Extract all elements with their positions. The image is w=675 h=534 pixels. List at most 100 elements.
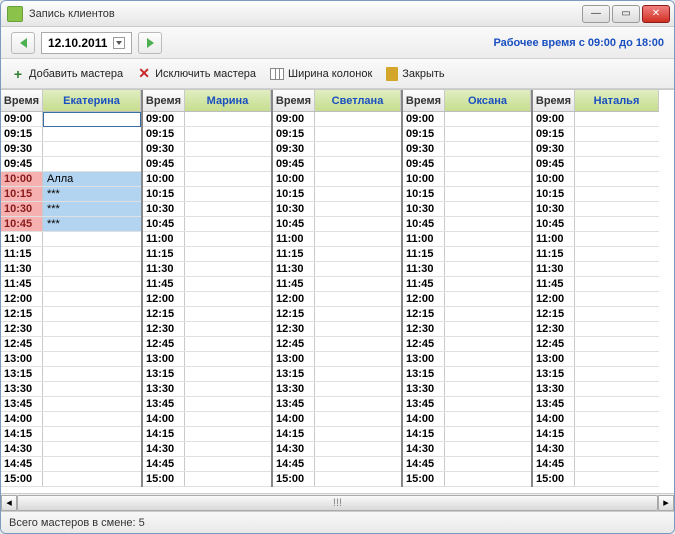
time-slot[interactable]: 15:00 xyxy=(1,472,141,487)
time-slot[interactable]: 11:45 xyxy=(143,277,271,292)
slot-value[interactable] xyxy=(43,352,141,366)
time-slot[interactable]: 14:45 xyxy=(403,457,531,472)
time-slot[interactable]: 13:45 xyxy=(533,397,659,412)
time-slot[interactable]: 10:45 xyxy=(533,217,659,232)
time-slot[interactable]: 14:15 xyxy=(533,427,659,442)
slot-value[interactable] xyxy=(185,382,271,396)
time-slot[interactable]: 10:00Алла xyxy=(1,172,141,187)
slot-value[interactable] xyxy=(445,442,531,456)
slot-value[interactable] xyxy=(315,157,401,171)
slot-value[interactable] xyxy=(43,292,141,306)
slot-value[interactable] xyxy=(315,337,401,351)
slot-value[interactable] xyxy=(575,277,659,291)
time-slot[interactable]: 11:00 xyxy=(273,232,401,247)
slot-value[interactable] xyxy=(185,172,271,186)
slot-value[interactable] xyxy=(185,157,271,171)
close-action-button[interactable]: Закрыть xyxy=(386,67,444,81)
slot-value[interactable] xyxy=(185,217,271,231)
slot-value[interactable] xyxy=(445,232,531,246)
slot-value[interactable] xyxy=(185,277,271,291)
slot-value[interactable] xyxy=(315,367,401,381)
slot-value[interactable] xyxy=(43,412,141,426)
time-slot[interactable]: 12:00 xyxy=(403,292,531,307)
time-slot[interactable]: 09:45 xyxy=(143,157,271,172)
time-slot[interactable]: 11:15 xyxy=(273,247,401,262)
slot-value[interactable] xyxy=(43,277,141,291)
time-slot[interactable]: 14:00 xyxy=(273,412,401,427)
time-slot[interactable]: 12:30 xyxy=(403,322,531,337)
time-slot[interactable]: 09:30 xyxy=(1,142,141,157)
time-slot[interactable]: 13:30 xyxy=(273,382,401,397)
time-slot[interactable]: 13:15 xyxy=(403,367,531,382)
slot-value[interactable] xyxy=(185,322,271,336)
slot-value[interactable] xyxy=(315,112,401,126)
time-slot[interactable]: 12:15 xyxy=(1,307,141,322)
slot-value[interactable]: *** xyxy=(43,202,141,216)
slot-value[interactable] xyxy=(575,292,659,306)
time-slot[interactable]: 09:15 xyxy=(1,127,141,142)
slot-value[interactable] xyxy=(445,352,531,366)
time-slot[interactable]: 10:30 xyxy=(273,202,401,217)
time-slot[interactable]: 11:45 xyxy=(273,277,401,292)
slot-value[interactable] xyxy=(315,187,401,201)
time-slot[interactable]: 13:30 xyxy=(403,382,531,397)
time-slot[interactable]: 13:00 xyxy=(273,352,401,367)
slot-value[interactable] xyxy=(445,427,531,441)
scroll-left-button[interactable]: ◂ xyxy=(1,495,17,511)
slot-value[interactable] xyxy=(43,142,141,156)
slot-value[interactable] xyxy=(315,322,401,336)
time-slot[interactable]: 11:15 xyxy=(143,247,271,262)
slot-value[interactable] xyxy=(43,232,141,246)
date-picker[interactable]: 12.10.2011 xyxy=(41,32,132,54)
slot-value[interactable] xyxy=(445,322,531,336)
time-slot[interactable]: 10:00 xyxy=(143,172,271,187)
slot-value[interactable] xyxy=(185,202,271,216)
slot-value[interactable] xyxy=(575,427,659,441)
slot-value[interactable] xyxy=(445,172,531,186)
time-slot[interactable]: 14:00 xyxy=(533,412,659,427)
slot-value[interactable]: *** xyxy=(43,187,141,201)
time-slot[interactable]: 15:00 xyxy=(143,472,271,487)
slot-value[interactable] xyxy=(575,127,659,141)
time-slot[interactable]: 14:00 xyxy=(143,412,271,427)
slot-value[interactable] xyxy=(575,172,659,186)
remove-master-button[interactable]: ✕ Исключить мастера xyxy=(137,67,256,81)
slot-value[interactable] xyxy=(185,112,271,126)
slot-value[interactable] xyxy=(43,112,141,127)
slot-value[interactable] xyxy=(445,472,531,486)
time-slot[interactable]: 10:00 xyxy=(533,172,659,187)
time-slot[interactable]: 12:00 xyxy=(143,292,271,307)
time-slot[interactable]: 14:15 xyxy=(143,427,271,442)
slot-value[interactable] xyxy=(315,172,401,186)
time-slot[interactable]: 13:15 xyxy=(273,367,401,382)
time-slot[interactable]: 14:30 xyxy=(273,442,401,457)
slot-value[interactable] xyxy=(43,442,141,456)
time-slot[interactable]: 10:15 xyxy=(143,187,271,202)
slot-value[interactable] xyxy=(315,352,401,366)
master-name-header[interactable]: Марина xyxy=(185,90,271,111)
time-slot[interactable]: 09:30 xyxy=(143,142,271,157)
calendar-dropdown-icon[interactable] xyxy=(113,37,125,49)
time-slot[interactable]: 09:15 xyxy=(273,127,401,142)
horizontal-scrollbar[interactable]: ◂ !!! ▸ xyxy=(1,493,674,511)
scroll-thumb[interactable]: !!! xyxy=(17,495,658,511)
time-slot[interactable]: 11:45 xyxy=(1,277,141,292)
time-slot[interactable]: 10:15*** xyxy=(1,187,141,202)
time-slot[interactable]: 14:15 xyxy=(273,427,401,442)
master-name-header[interactable]: Екатерина xyxy=(43,90,141,111)
time-slot[interactable]: 12:15 xyxy=(533,307,659,322)
time-slot[interactable]: 14:15 xyxy=(1,427,141,442)
slot-value[interactable] xyxy=(575,142,659,156)
slot-value[interactable] xyxy=(445,262,531,276)
slot-value[interactable] xyxy=(185,247,271,261)
time-slot[interactable]: 11:30 xyxy=(533,262,659,277)
time-slot[interactable]: 10:45*** xyxy=(1,217,141,232)
time-slot[interactable]: 10:45 xyxy=(273,217,401,232)
time-slot[interactable]: 10:15 xyxy=(273,187,401,202)
time-slot[interactable]: 13:30 xyxy=(1,382,141,397)
time-slot[interactable]: 10:00 xyxy=(403,172,531,187)
time-slot[interactable]: 14:45 xyxy=(273,457,401,472)
time-slot[interactable]: 12:45 xyxy=(1,337,141,352)
slot-value[interactable] xyxy=(445,142,531,156)
time-slot[interactable]: 09:45 xyxy=(1,157,141,172)
